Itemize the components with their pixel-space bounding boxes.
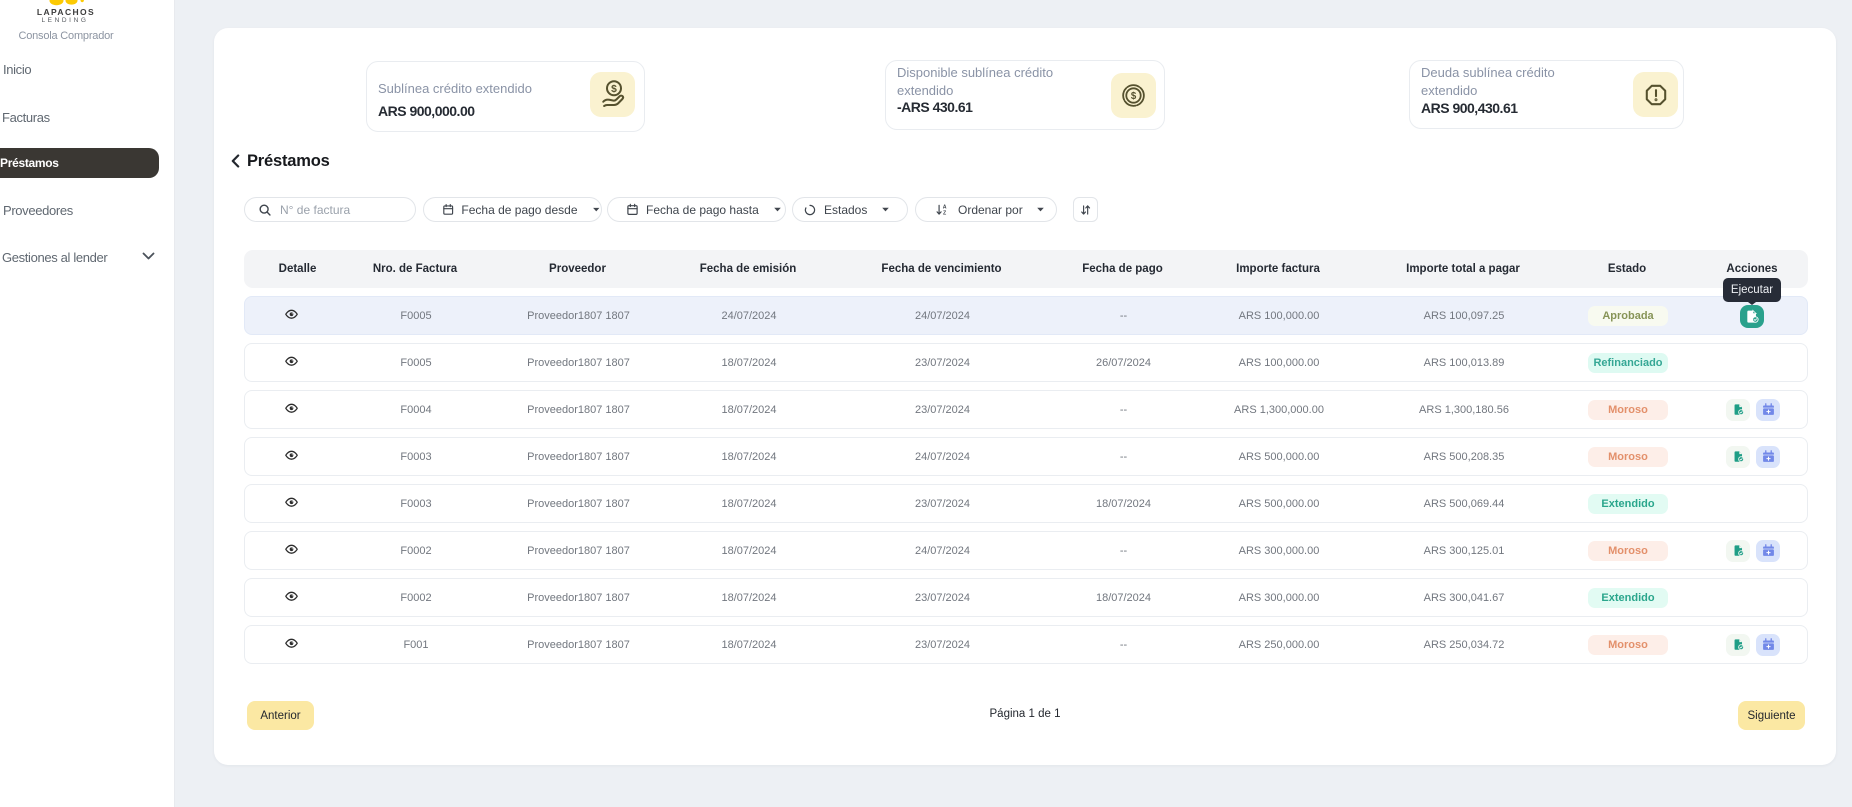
svg-text:$: $ xyxy=(611,83,617,94)
svg-text:Z: Z xyxy=(943,210,947,216)
svg-text:$: $ xyxy=(1131,91,1137,102)
svg-text:A: A xyxy=(943,204,947,210)
